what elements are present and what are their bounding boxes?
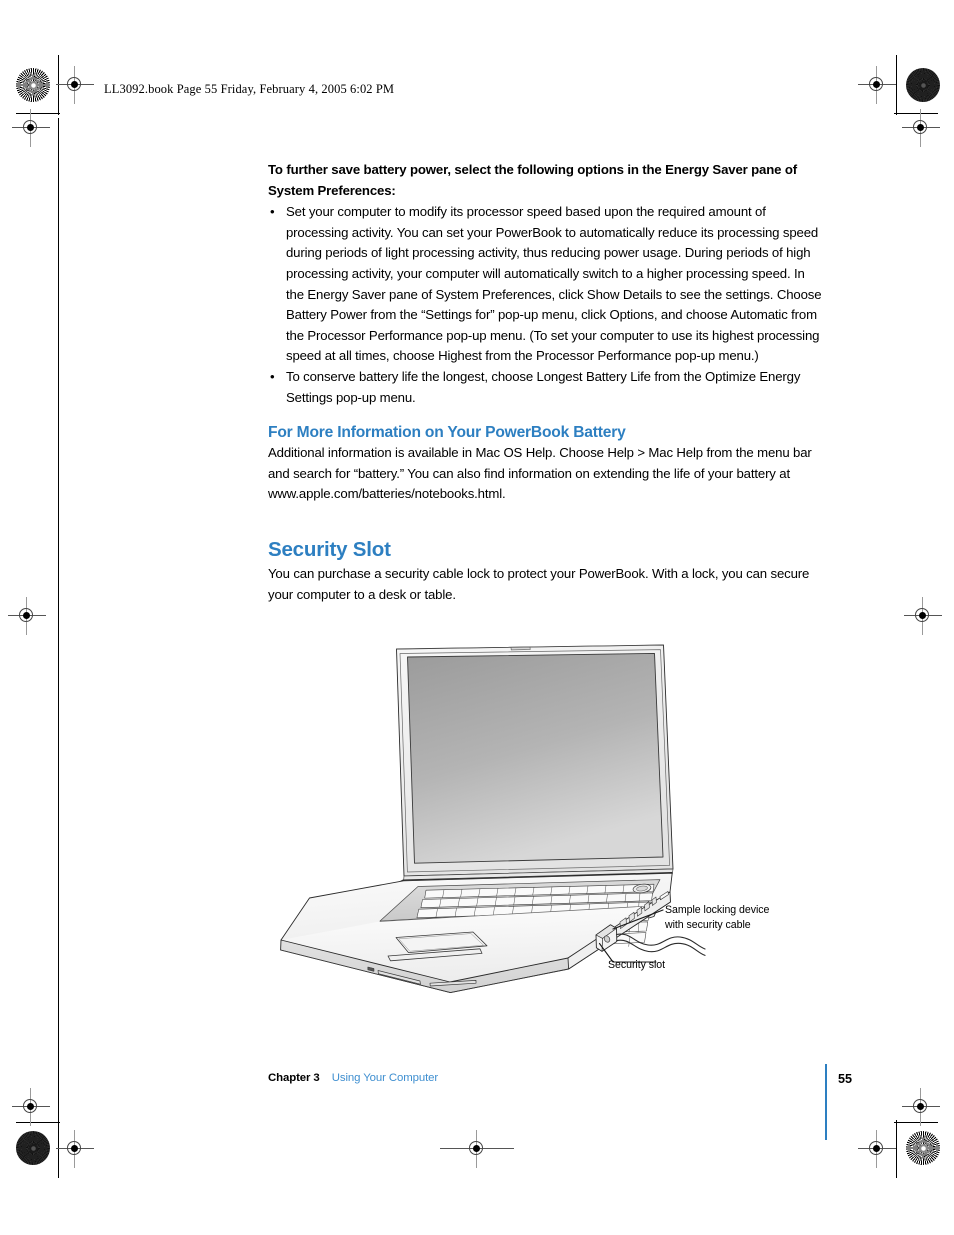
registration-mark-upper-left: [12, 109, 50, 147]
registration-mark-upper-right: [902, 109, 940, 147]
registration-mark-bottom-center: [440, 1130, 514, 1168]
list-item-text: To conserve battery life the longest, ch…: [286, 368, 801, 405]
registration-mark-bottom-right: [858, 1130, 896, 1168]
powerbook-illustration: [280, 644, 706, 994]
footer-divider-rule: [825, 1064, 827, 1140]
page-number: 55: [838, 1072, 853, 1086]
callout-line-1: Sample locking device: [665, 904, 770, 916]
list-item-text: Set your computer to modify its processo…: [286, 204, 822, 364]
star-target-top-left: [16, 68, 50, 102]
registration-mark-top-left: [56, 66, 94, 104]
crop-rule-top-left-h: [16, 113, 60, 114]
list-item: • To conserve battery life the longest, …: [268, 367, 824, 408]
list-item: • Set your computer to modify its proces…: [268, 202, 824, 367]
section-body: You can purchase a security cable lock t…: [268, 565, 810, 602]
registration-mark-top-right: [858, 66, 896, 104]
star-target-bottom-left: [16, 1131, 50, 1165]
page-title: Security Slot: [268, 537, 391, 561]
crop-rule-left-long: [58, 118, 59, 1178]
subheading-battery-info: For More Information on Your PowerBook B…: [268, 424, 626, 442]
powerbook-security-slot-figure: Sample locking device with security cabl…: [268, 640, 828, 1010]
crop-rule-top-right-h: [894, 113, 938, 114]
crop-rule-bottom-right-h: [894, 1122, 938, 1123]
registration-mark-lower-left: [12, 1088, 50, 1126]
callout-sample-locking-device: Sample locking device with security cabl…: [665, 903, 769, 932]
slug-line: LL3092.book Page 55 Friday, February 4, …: [104, 82, 395, 96]
registration-mark-middle-left: [8, 597, 46, 635]
page-content: To further save battery power, select th…: [268, 160, 824, 605]
footer-chapter-title: Using Your Computer: [331, 1072, 439, 1084]
laptop-lid: [396, 644, 674, 882]
bullet-marker-icon: •: [270, 368, 275, 384]
crop-rule-left: [58, 55, 59, 115]
subheading-body: Additional information is available in M…: [268, 445, 812, 502]
star-target-top-right: [906, 68, 940, 102]
crop-rule-right-long: [896, 1120, 897, 1178]
registration-mark-bottom-left: [56, 1130, 94, 1168]
registration-mark-middle-right: [904, 597, 942, 635]
bullet-list: • Set your computer to modify its proces…: [268, 202, 824, 408]
registration-mark-lower-right: [902, 1088, 940, 1126]
callout-line-2: with security cable: [665, 918, 751, 931]
footer-chapter-number: Chapter 3: [268, 1072, 320, 1084]
star-target-bottom-right: [906, 1131, 940, 1165]
lead-paragraph: To further save battery power, select th…: [268, 162, 797, 198]
callout-security-slot: Security slot: [608, 959, 666, 971]
bullet-marker-icon: •: [270, 204, 275, 220]
crop-rule-bottom-left-h: [16, 1122, 60, 1123]
crop-rule-right: [896, 55, 897, 115]
page-footer: Chapter 3 Using Your Computer: [268, 1072, 438, 1084]
